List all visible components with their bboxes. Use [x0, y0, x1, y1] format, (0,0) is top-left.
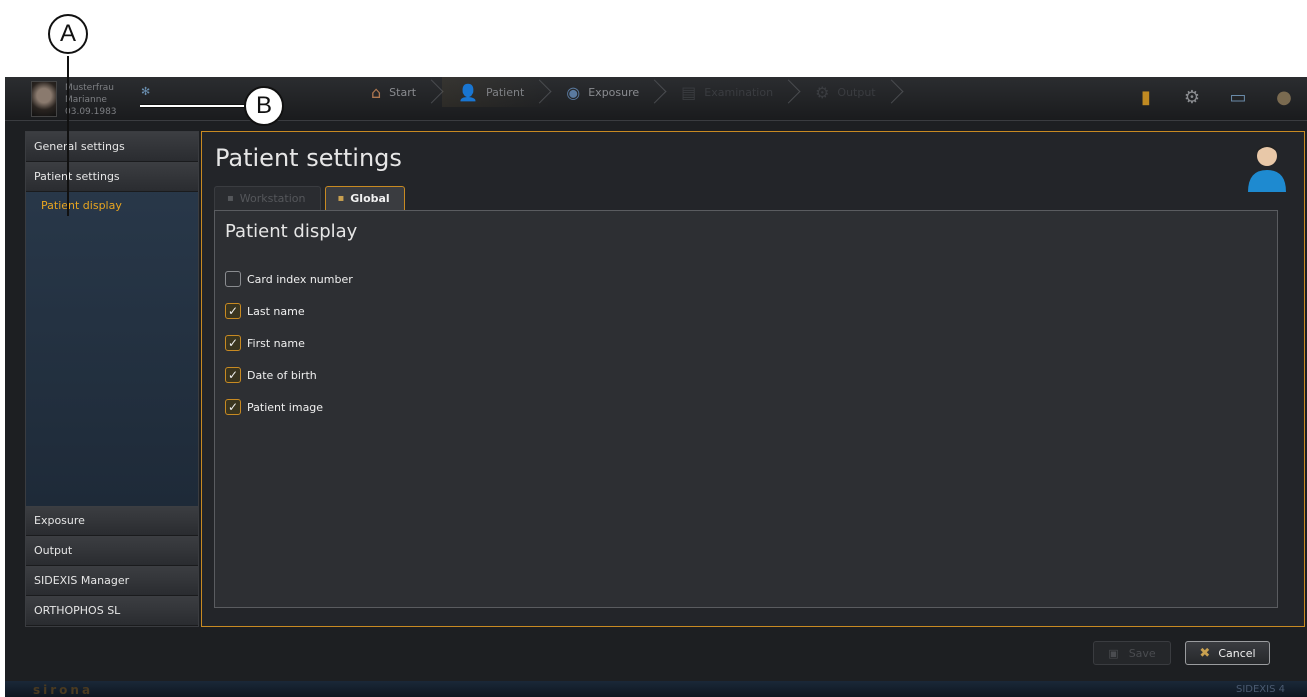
workstation-icon: ▪ [227, 193, 234, 204]
screenshot-root: A B Musterfrau Marianne 03.09.1983 ✻ ⌂ S… [0, 0, 1307, 697]
cancel-button[interactable]: ✖ Cancel [1185, 641, 1270, 665]
sidebar-item-general-settings[interactable]: General settings [26, 132, 198, 162]
workflow-step-patient[interactable]: 👤 Patient [442, 77, 551, 107]
page-title: Patient settings [215, 144, 402, 172]
patient-dob: 03.09.1983 [65, 107, 117, 117]
save-button[interactable]: ▣ Save [1093, 641, 1171, 665]
workflow-bar: ⌂ Start 👤 Patient ◉ Exposure ▤ Examinati… [355, 77, 902, 107]
sidebar-item-sidexis-manager[interactable]: SIDEXIS Manager [26, 566, 198, 596]
workflow-step-start[interactable]: ⌂ Start [355, 77, 442, 107]
workflow-step-label: Exposure [588, 85, 640, 99]
link-icon[interactable]: ✻ [141, 85, 150, 98]
option-card-index-number[interactable]: Card index number [225, 263, 353, 295]
option-label: Date of birth [247, 368, 317, 382]
checkbox[interactable]: ✓ [225, 367, 241, 383]
sidebar-bottom-group: Exposure Output SIDEXIS Manager ORTHOPHO… [26, 506, 198, 626]
house-icon: ⌂ [371, 82, 382, 102]
patient-last-name: Musterfrau [65, 83, 115, 93]
cancel-icon: ✖ [1199, 645, 1211, 661]
sidebar-item-patient-display[interactable]: Patient display [26, 192, 198, 218]
settings-panel: Patient settings ▪ Workstation ▪ Global … [201, 131, 1305, 627]
workflow-step-label: Patient [485, 85, 525, 99]
person-icon: 👤 [458, 82, 478, 102]
document-icon: ▤ [681, 82, 697, 102]
checkbox[interactable] [225, 271, 241, 287]
workflow-step-output: ⚙ Output [799, 77, 902, 107]
tab-label: Workstation [239, 192, 306, 205]
workflow-step-label: Output [837, 85, 876, 99]
workflow-step-examination: ▤ Examination [665, 77, 799, 107]
sidebar-item-exposure[interactable]: Exposure [26, 506, 198, 536]
patient-first-name: Marianne [65, 95, 107, 105]
tab-label: Global [350, 192, 390, 205]
option-label: Card index number [247, 272, 353, 286]
patient-photo [31, 81, 57, 117]
callout-b-line [140, 104, 246, 108]
cancel-label: Cancel [1218, 646, 1256, 660]
option-label: Last name [247, 304, 305, 318]
option-first-name[interactable]: ✓ First name [225, 327, 353, 359]
checkbox[interactable]: ✓ [225, 335, 241, 351]
callout-a-line [67, 56, 69, 216]
floppy-icon: ▣ [1108, 646, 1119, 660]
monitor-icon[interactable]: ▭ [1227, 85, 1249, 109]
sidebar-item-output[interactable]: Output [26, 536, 198, 566]
footer-bar: sirona SIDEXIS 4 [5, 681, 1307, 697]
disc-icon: ◉ [566, 82, 581, 102]
app-window: Musterfrau Marianne 03.09.1983 ✻ ⌂ Start… [5, 77, 1307, 697]
checkbox[interactable]: ✓ [225, 399, 241, 415]
help-icon[interactable]: ● [1273, 85, 1295, 109]
callout-b: B [244, 86, 284, 126]
sidebar-tree: General settings Patient settings Patien… [26, 132, 198, 508]
settings-gear-icon[interactable]: ⚙ [1181, 85, 1203, 109]
product-label: SIDEXIS 4 [1235, 684, 1285, 695]
section-title: Patient display [225, 221, 358, 242]
save-label: Save [1128, 646, 1156, 660]
patient-card[interactable]: Musterfrau Marianne 03.09.1983 ✻ [23, 81, 163, 119]
tab-workstation[interactable]: ▪ Workstation [214, 186, 321, 210]
checkbox[interactable]: ✓ [225, 303, 241, 319]
sidebar-item-orthophos[interactable]: ORTHOPHOS SL [26, 596, 198, 626]
callout-a: A [48, 14, 88, 54]
option-patient-image[interactable]: ✓ Patient image [225, 391, 353, 423]
workflow-step-label: Start [389, 85, 417, 99]
top-right-toolbar: ▮ ⚙ ▭ ● [1135, 85, 1295, 109]
global-icon: ▪ [337, 193, 345, 204]
tab-global[interactable]: ▪ Global [324, 186, 405, 210]
settings-sidebar: General settings Patient settings Patien… [25, 131, 199, 627]
workflow-step-exposure[interactable]: ◉ Exposure [550, 77, 665, 107]
tab-content: Patient display Card index number ✓ Last… [214, 210, 1278, 608]
workflow-step-label: Examination [704, 85, 774, 99]
option-label: Patient image [247, 400, 324, 414]
option-date-of-birth[interactable]: ✓ Date of birth [225, 359, 353, 391]
sirona-logo: sirona [33, 683, 94, 697]
sidebar-item-patient-settings[interactable]: Patient settings [26, 162, 198, 192]
book-icon[interactable]: ▮ [1135, 85, 1157, 109]
option-list: Card index number ✓ Last name ✓ First na… [225, 263, 353, 423]
tab-bar: ▪ Workstation ▪ Global [214, 186, 409, 212]
user-icon [1248, 145, 1286, 192]
top-bar: Musterfrau Marianne 03.09.1983 ✻ ⌂ Start… [5, 77, 1307, 121]
gear-icon: ⚙ [815, 82, 830, 102]
option-last-name[interactable]: ✓ Last name [225, 295, 353, 327]
option-label: First name [247, 336, 305, 350]
